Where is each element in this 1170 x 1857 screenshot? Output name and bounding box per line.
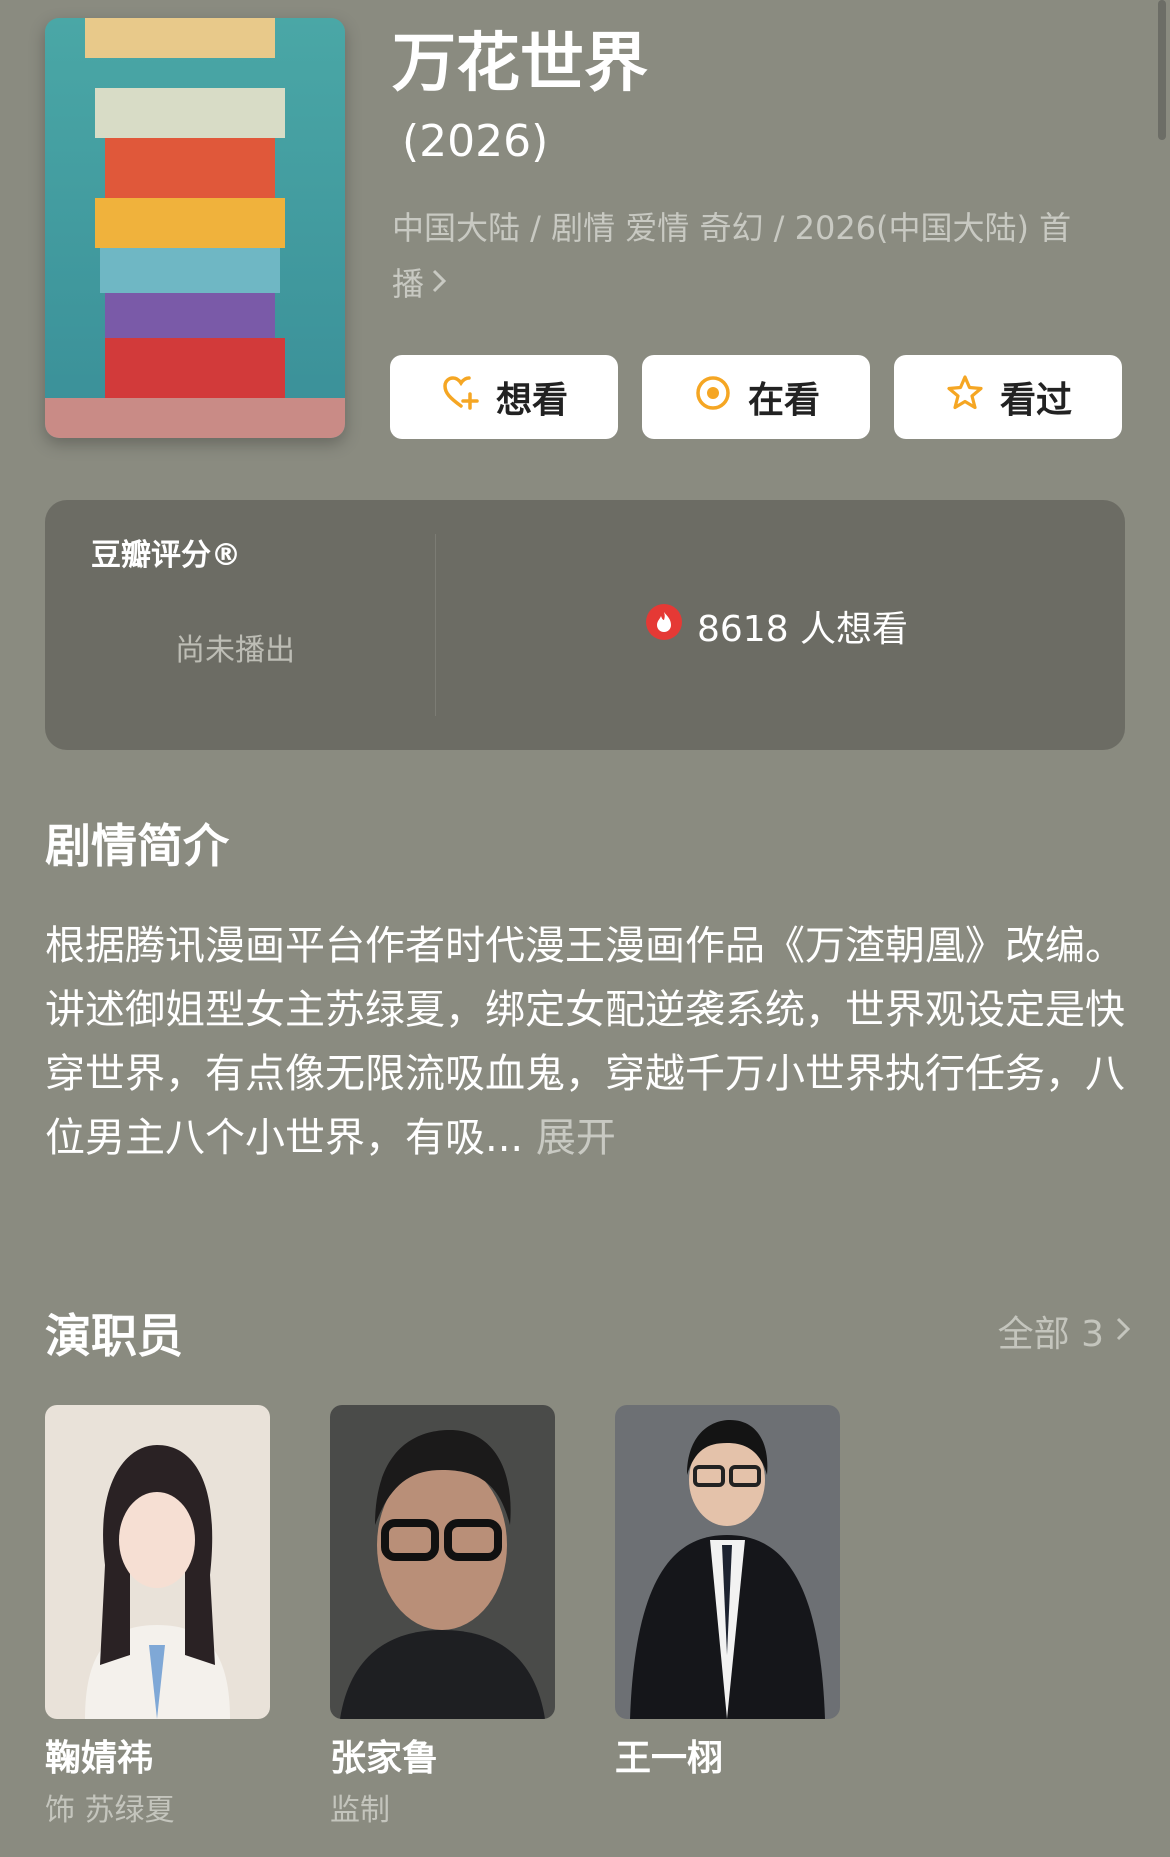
cast-title: 演职员 bbox=[45, 1309, 183, 1363]
heart-plus-icon bbox=[440, 372, 482, 423]
movie-meta-text: 中国大陆 / 剧情 爱情 奇幻 / 2026(中国大陆) 首播 bbox=[392, 209, 1072, 303]
target-icon bbox=[692, 372, 734, 423]
cast-photo bbox=[615, 1405, 840, 1719]
cast-member[interactable]: 王一栩 bbox=[615, 1405, 840, 1831]
cast-name: 鞠婧祎 bbox=[45, 1738, 154, 1779]
chevron-right-icon bbox=[1114, 1311, 1132, 1352]
cast-member[interactable]: 张家鲁 监制 bbox=[330, 1405, 555, 1831]
watched-label: 看过 bbox=[999, 380, 1072, 421]
cast-role: 监制 bbox=[330, 1793, 390, 1828]
action-bar: 想看 在看 看过 bbox=[390, 355, 1122, 439]
cast-all-label: 全部 3 bbox=[997, 1314, 1104, 1355]
cast-member[interactable]: 鞠婧祎 饰 苏绿夏 bbox=[45, 1405, 270, 1831]
want-to-watch-button[interactable]: 想看 bbox=[390, 355, 618, 439]
page-title: 万花世界 bbox=[392, 27, 648, 101]
fire-icon bbox=[645, 603, 683, 650]
release-year: (2026) bbox=[402, 116, 549, 167]
watching-label: 在看 bbox=[747, 380, 820, 421]
cast-photo bbox=[45, 1405, 270, 1719]
cast-name: 张家鲁 bbox=[330, 1738, 439, 1779]
watching-button[interactable]: 在看 bbox=[642, 355, 870, 439]
rating-divider bbox=[435, 534, 436, 716]
synopsis-text: 根据腾讯漫画平台作者时代漫王漫画作品《万渣朝凰》改编。讲述御姐型女主苏绿夏，绑定… bbox=[45, 914, 1135, 1170]
watched-button[interactable]: 看过 bbox=[894, 355, 1122, 439]
rating-status: 尚未播出 bbox=[175, 633, 295, 668]
cast-all-link[interactable]: 全部 3 bbox=[998, 1305, 1132, 1357]
cast-list: 鞠婧祎 饰 苏绿夏 张家鲁 监制 王一栩 bbox=[45, 1405, 840, 1831]
want-to-watch-label: 想看 bbox=[495, 380, 568, 421]
rating-card[interactable]: 豆瓣评分® 尚未播出 8618 人想看 bbox=[45, 500, 1125, 750]
cast-photo bbox=[330, 1405, 555, 1719]
synopsis-title: 剧情简介 bbox=[45, 819, 229, 873]
cast-role: 饰 苏绿夏 bbox=[45, 1793, 175, 1828]
wish-count-text: 8618 人想看 bbox=[697, 609, 909, 650]
chevron-right-icon bbox=[430, 256, 448, 312]
movie-meta-link[interactable]: 中国大陆 / 剧情 爱情 奇幻 / 2026(中国大陆) 首播 bbox=[392, 200, 1092, 312]
cast-name: 王一栩 bbox=[615, 1738, 724, 1779]
expand-link[interactable]: 展开 bbox=[536, 1115, 616, 1161]
wish-count: 8618 人想看 bbox=[645, 600, 908, 652]
scrollbar[interactable] bbox=[1158, 0, 1166, 140]
rating-label: 豆瓣评分® bbox=[91, 538, 241, 573]
star-icon bbox=[944, 372, 986, 423]
poster-image[interactable] bbox=[45, 18, 345, 438]
